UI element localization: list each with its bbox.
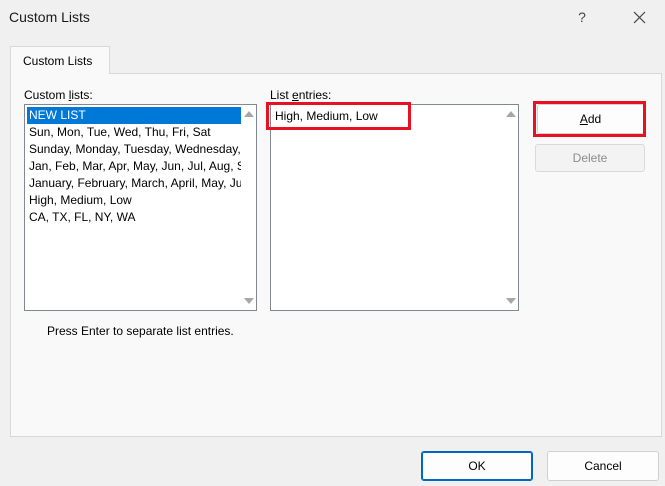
- ok-button[interactable]: OK: [421, 451, 533, 481]
- close-icon: [633, 11, 646, 24]
- scroll-down-arrow-icon[interactable]: [244, 298, 254, 304]
- help-button[interactable]: ?: [569, 6, 595, 28]
- cancel-button[interactable]: Cancel: [547, 451, 659, 481]
- tab-label: Custom Lists: [23, 54, 93, 68]
- list-item[interactable]: Sun, Mon, Tue, Wed, Thu, Fri, Sat: [27, 124, 241, 141]
- title-bar: Custom Lists ?: [0, 0, 665, 34]
- tab-custom-lists[interactable]: Custom Lists: [10, 46, 110, 74]
- list-entries-label-pre: List: [270, 88, 293, 102]
- scroll-up-arrow-icon[interactable]: [244, 111, 254, 117]
- add-highlight-box: [533, 101, 646, 137]
- window-title: Custom Lists: [9, 9, 90, 25]
- scroll-down-arrow-icon[interactable]: [506, 298, 516, 304]
- custom-lists-items: NEW LIST Sun, Mon, Tue, Wed, Thu, Fri, Sa…: [27, 107, 241, 226]
- custom-lists-listbox[interactable]: NEW LIST Sun, Mon, Tue, Wed, Thu, Fri, Sa…: [24, 104, 257, 311]
- list-entries-label-post: ntries:: [298, 88, 332, 102]
- list-item[interactable]: High, Medium, Low: [27, 192, 241, 209]
- list-item[interactable]: January, February, March, April, May, Ju…: [27, 175, 241, 192]
- custom-lists-label: Custom lists:: [24, 88, 93, 102]
- list-entries-label-accel: e: [292, 88, 299, 102]
- close-button[interactable]: [626, 6, 654, 28]
- list-item[interactable]: CA, TX, FL, NY, WA: [27, 209, 241, 226]
- custom-lists-label-pre: Custom: [24, 88, 69, 102]
- delete-button[interactable]: Delete: [535, 144, 645, 172]
- scroll-up-arrow-icon[interactable]: [506, 111, 516, 117]
- list-item[interactable]: Jan, Feb, Mar, Apr, May, Jun, Jul, Aug, …: [27, 158, 241, 175]
- entries-highlight-box: [266, 102, 411, 130]
- list-item[interactable]: NEW LIST: [27, 107, 241, 124]
- hint-text: Press Enter to separate list entries.: [47, 324, 234, 338]
- custom-lists-scrollbar[interactable]: [241, 105, 256, 310]
- list-entries-textarea[interactable]: High, Medium, Low: [270, 104, 519, 311]
- list-entries-label: List entries:: [270, 88, 331, 102]
- list-entries-scrollbar[interactable]: [503, 105, 518, 310]
- list-item[interactable]: Sunday, Monday, Tuesday, Wednesday, Thur…: [27, 141, 241, 158]
- custom-lists-label-post: ists:: [71, 88, 93, 102]
